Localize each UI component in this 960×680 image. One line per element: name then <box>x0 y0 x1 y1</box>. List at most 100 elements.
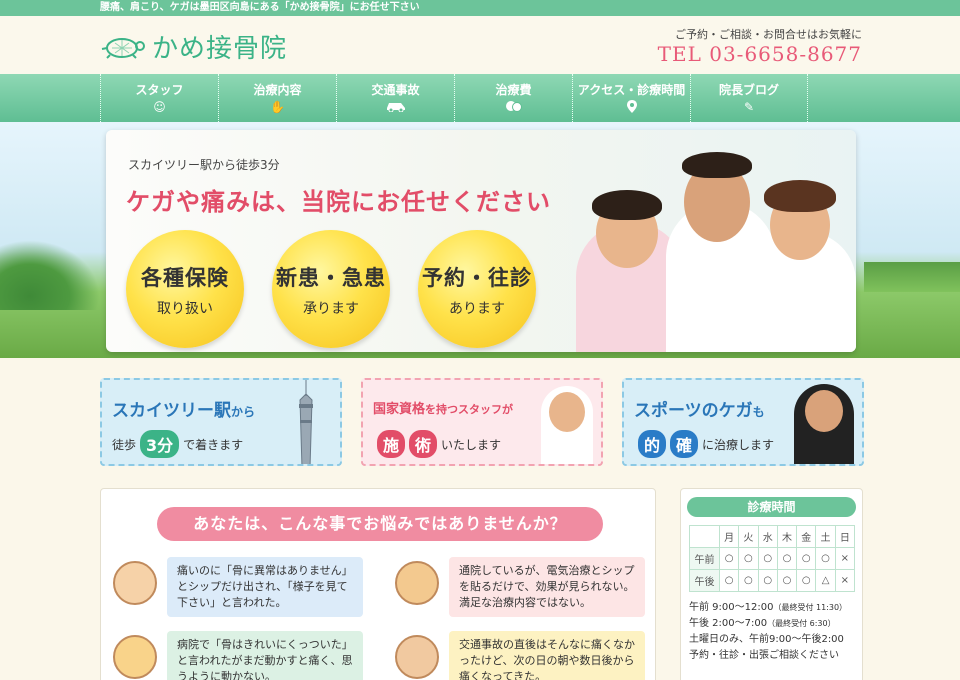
feature-pill: 的 <box>638 430 667 458</box>
nav-item-traffic-accident[interactable]: 交通事故 <box>336 74 454 122</box>
schedule-day <box>689 525 720 548</box>
athlete-photo <box>794 384 854 464</box>
feature-title-suffix: から <box>231 405 256 419</box>
athlete-face <box>805 390 843 432</box>
schedule-cell: ○ <box>757 547 778 570</box>
nav-item-staff[interactable]: スタッフ ☺ <box>100 74 218 122</box>
feature-banners: スカイツリー駅から 徒歩 3分 で着きます 国家資格を持つスタッフが 施 術 い… <box>100 378 864 466</box>
nav-item-fees[interactable]: 治療費 <box>454 74 572 122</box>
schedule-cell: ○ <box>718 547 740 570</box>
schedule-cell: × <box>834 569 856 592</box>
feature-title: スカイツリー駅から <box>112 396 255 421</box>
elderly-man-face-icon <box>113 561 157 605</box>
nav-item-treatment[interactable]: 治療内容 ✋ <box>218 74 336 122</box>
staff-photo-small <box>541 386 593 464</box>
staff-hair-right <box>764 180 836 212</box>
schedule-cell: △ <box>815 569 836 592</box>
feature-sub-pre: 徒歩 <box>112 437 137 452</box>
schedule-cell: × <box>834 547 856 570</box>
hours-line: 土曜日のみ、午前9:00～午後2:00 <box>689 632 854 648</box>
schedule-cell: ○ <box>776 547 798 570</box>
schedule-cell: ○ <box>815 547 836 570</box>
badge-reservation: 予約・往診 あります <box>418 230 536 348</box>
feature-title-suffix: も <box>752 405 765 419</box>
turtle-icon <box>101 37 145 59</box>
smiley-icon: ☺ <box>153 100 166 114</box>
feature-title-main: スポーツのケガ <box>634 401 753 421</box>
site-header: かめ接骨院 ご予約・ご相談・お問合せはお気軽に TEL 03-6658-8677 <box>0 16 960 74</box>
feature-title-suffix: を持つスタッフが <box>425 403 514 416</box>
hours-text: 土曜日のみ、午前9:00～午後2:00 <box>689 634 844 645</box>
worries-section: あなたは、こんな事でお悩みではありませんか？ 痛いのに「骨に異常はありません」と… <box>100 488 656 680</box>
staff-hair-center <box>682 152 752 178</box>
trees-left-decoration <box>0 240 100 310</box>
feature-pill: 施 <box>377 430 406 458</box>
child-face-icon <box>113 635 157 679</box>
feature-sub: 的 確 に治療します <box>634 430 774 458</box>
schedule-cell: ○ <box>796 569 817 592</box>
schedule-period: 午後 <box>689 569 720 592</box>
hero-title: ケガや痛みは、当院にお任せください <box>126 188 551 216</box>
nav-item-access-hours[interactable]: アクセス・診療時間 <box>572 74 690 122</box>
feature-pill: 確 <box>670 430 699 458</box>
feature-sub-post: いたします <box>441 437 502 452</box>
schedule-day: 日 <box>834 525 856 548</box>
worries-heading: あなたは、こんな事でお悩みではありませんか？ <box>157 507 603 541</box>
nav-label: 交通事故 <box>371 83 420 97</box>
badge-line1: 各種保険 <box>141 266 229 290</box>
schedule-cell: ○ <box>738 569 759 592</box>
hours-note: （最終受付 6:30） <box>767 619 836 628</box>
nav-label: スタッフ <box>135 83 184 97</box>
feature-pill: 3分 <box>140 430 180 458</box>
badge-line1: 予約・往診 <box>422 266 532 290</box>
worry-text: 痛いのに「骨に異常はありません」とシップだけ出され、「様子を見て下さい」と言われ… <box>167 557 363 617</box>
schedule-title: 診療時間 <box>687 497 856 517</box>
feature-pill: 術 <box>409 430 438 458</box>
main-nav: スタッフ ☺ 治療内容 ✋ 交通事故 治療費 アクセス・診療時間 院長ブログ ✎ <box>0 74 960 122</box>
badge-line2: 承ります <box>303 301 359 317</box>
feature-skytree[interactable]: スカイツリー駅から 徒歩 3分 で着きます <box>100 378 342 466</box>
nav-label: 治療内容 <box>253 83 302 97</box>
feature-sub-post: で着きます <box>183 437 244 452</box>
feature-sports-injury[interactable]: スポーツのケガも 的 確 に治療します <box>622 378 864 466</box>
hours-line: 午後 2:00～7:00（最終受付 6:30） <box>689 616 854 632</box>
contact-note: ご予約・ご相談・お問合せはお気軽に <box>675 28 862 41</box>
site-logo[interactable]: かめ接骨院 <box>100 28 287 65</box>
badge-line1: 新患・急患 <box>276 266 386 290</box>
trees-right-decoration <box>864 262 960 292</box>
hours-list: 午前 9:00～12:00（最終受付 11:30） 午後 2:00～7:00（最… <box>689 600 854 664</box>
badge-insurance: 各種保険 取り扱い <box>126 230 244 348</box>
hours-line: 午前 9:00～12:00（最終受付 11:30） <box>689 600 854 616</box>
pencil-icon: ✎ <box>743 100 755 114</box>
staff-hair-left <box>592 190 662 220</box>
schedule-day: 火 <box>738 525 759 548</box>
skytree-tower-icon <box>299 380 313 464</box>
schedule-day: 木 <box>776 525 798 548</box>
worry-text: 病院で「骨はきれいにくっついた」と言われたがまだ動かすと痛く、思うように動かない… <box>167 631 363 680</box>
hand-icon: ✋ <box>270 100 285 114</box>
worry-text: 交通事故の直後はそんなに痛くなかったけど、次の日の朝や数日後から痛くなってきた。 <box>449 631 645 680</box>
schedule-day: 金 <box>796 525 817 548</box>
schedule-cell: ○ <box>738 547 759 570</box>
feature-title: スポーツのケガも <box>634 396 765 421</box>
hours-text: 午前 9:00～12:00 <box>689 602 774 613</box>
hours-text: 午後 2:00～7:00 <box>689 618 768 629</box>
nav-label: 治療費 <box>495 83 532 97</box>
staff-photo <box>556 130 856 352</box>
schedule-cell: ○ <box>796 547 817 570</box>
nav-label: 院長ブログ <box>718 83 779 97</box>
schedule-cell: ○ <box>718 569 740 592</box>
schedule-cell: ○ <box>757 569 778 592</box>
feature-licensed-staff[interactable]: 国家資格を持つスタッフが 施 術 いたします <box>361 378 603 466</box>
office-worker-face-icon <box>395 635 439 679</box>
car-icon <box>337 100 454 115</box>
feature-title-main: 国家資格 <box>373 402 426 417</box>
hours-note: （最終受付 11:30） <box>773 603 848 612</box>
logo-text: かめ接骨院 <box>152 34 288 64</box>
nav-item-blog[interactable]: 院長ブログ ✎ <box>690 74 808 122</box>
man-face-icon <box>395 561 439 605</box>
hours-line: 予約・往診・出張ご相談ください <box>689 648 854 664</box>
feature-sub-post: に治療します <box>702 437 775 452</box>
schedule-day: 水 <box>757 525 778 548</box>
phone-number[interactable]: TEL 03-6658-8677 <box>658 42 862 66</box>
